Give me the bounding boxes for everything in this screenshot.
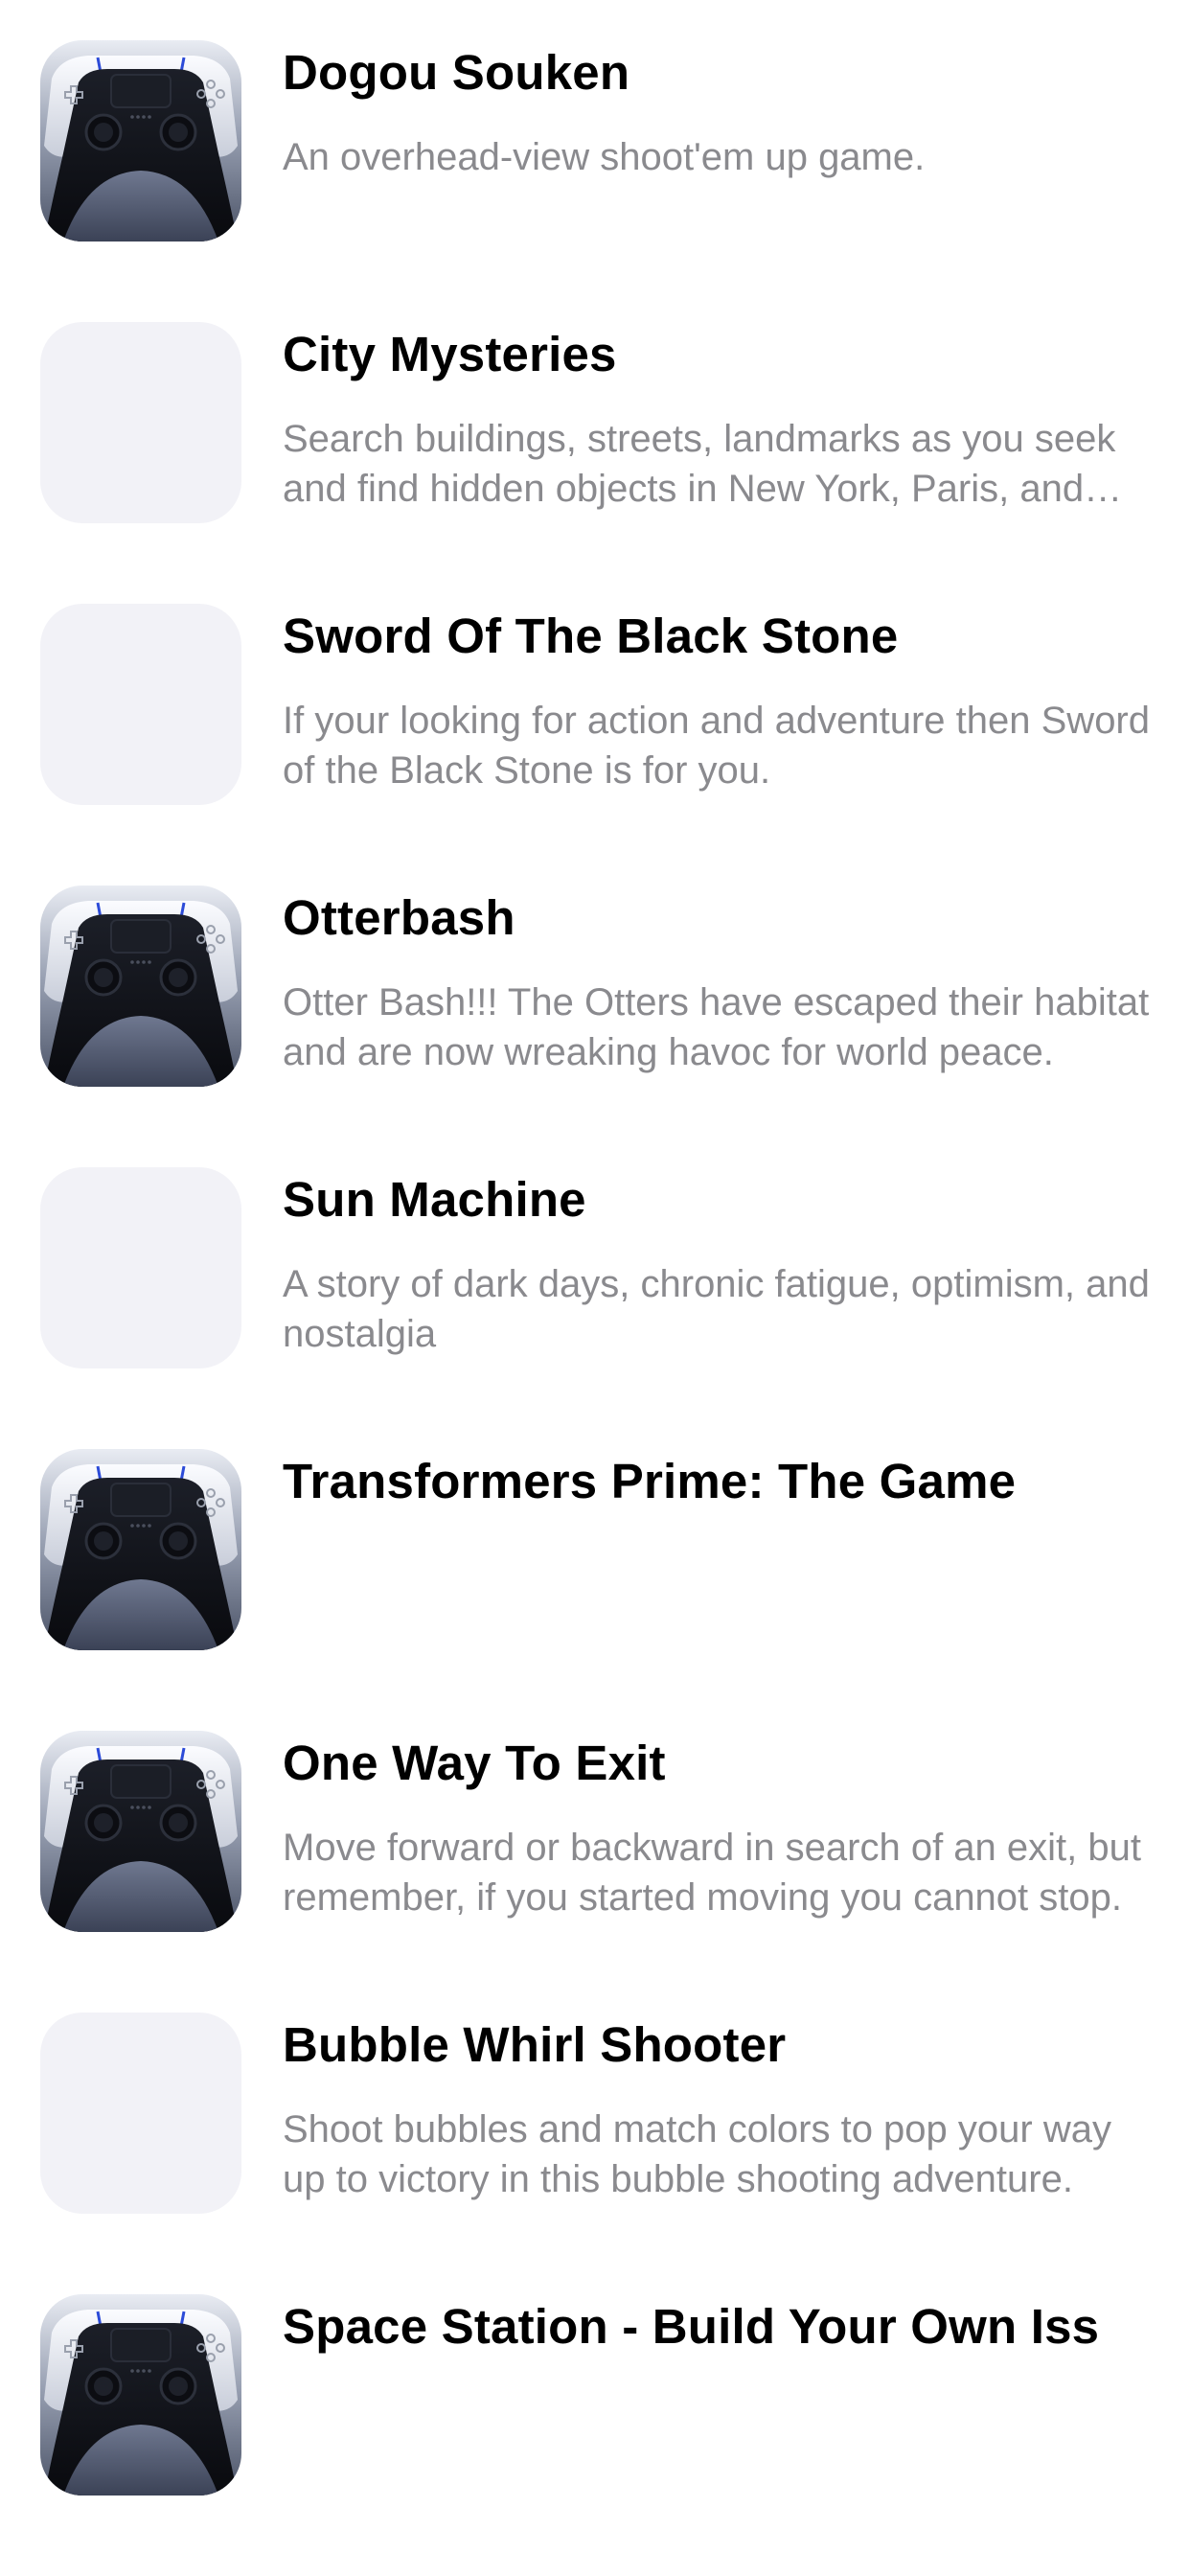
game-description: Otter Bash!!! The Otters have escaped th… (283, 981, 1150, 1073)
list-item[interactable]: Otterbash Otter Bash!!! The Otters have … (0, 886, 1190, 1092)
game-description: Search buildings, streets, landmarks as … (283, 418, 1116, 510)
game-title: Sun Machine (283, 1172, 586, 1227)
game-description: Shoot bubbles and match colors to pop yo… (283, 2108, 1111, 2200)
placeholder-icon (40, 2012, 241, 2214)
game-title: Transformers Prime: The Game (283, 1454, 1017, 1508)
list-item[interactable]: Sword Of The Black Stone If your looking… (0, 604, 1190, 810)
game-description: A story of dark days, chronic fatigue, o… (283, 1263, 1150, 1355)
placeholder-icon (40, 604, 241, 805)
placeholder-icon (40, 322, 241, 523)
list-item[interactable]: Transformers Prime: The Game (0, 1449, 1190, 1655)
list-item[interactable]: Space Station - Build Your Own Iss (0, 2294, 1190, 2500)
game-title: Space Station - Build Your Own Iss (283, 2299, 1100, 2354)
list-item[interactable]: Sun Machine A story of dark days, chroni… (0, 1167, 1190, 1373)
gamepad-icon (40, 886, 241, 1087)
list-item[interactable]: One Way To Exit Move forward or backward… (0, 1731, 1190, 1937)
game-description: An overhead-view shoot'em up game. (283, 136, 926, 178)
placeholder-icon (40, 1167, 241, 1368)
list-item[interactable]: Dogou Souken An overhead-view shoot'em u… (0, 40, 1190, 246)
game-description: If your looking for action and adventure… (283, 700, 1150, 792)
game-title: Dogou Souken (283, 45, 630, 100)
game-title: Sword Of The Black Stone (283, 609, 899, 663)
gamepad-icon (40, 2294, 241, 2496)
gamepad-icon (40, 1449, 241, 1650)
gamepad-icon (40, 1731, 241, 1932)
game-title: One Way To Exit (283, 1736, 666, 1790)
list-item[interactable]: Bubble Whirl Shooter Shoot bubbles and m… (0, 2012, 1190, 2219)
game-title: Otterbash (283, 890, 515, 945)
game-list: Dogou Souken An overhead-view shoot'em u… (0, 0, 1190, 2576)
gamepad-icon (40, 40, 241, 242)
list-item[interactable]: City Mysteries Search buildings, streets… (0, 322, 1190, 528)
game-title: City Mysteries (283, 327, 617, 381)
game-title: Bubble Whirl Shooter (283, 2017, 787, 2072)
game-description: Move forward or backward in search of an… (283, 1827, 1141, 1919)
